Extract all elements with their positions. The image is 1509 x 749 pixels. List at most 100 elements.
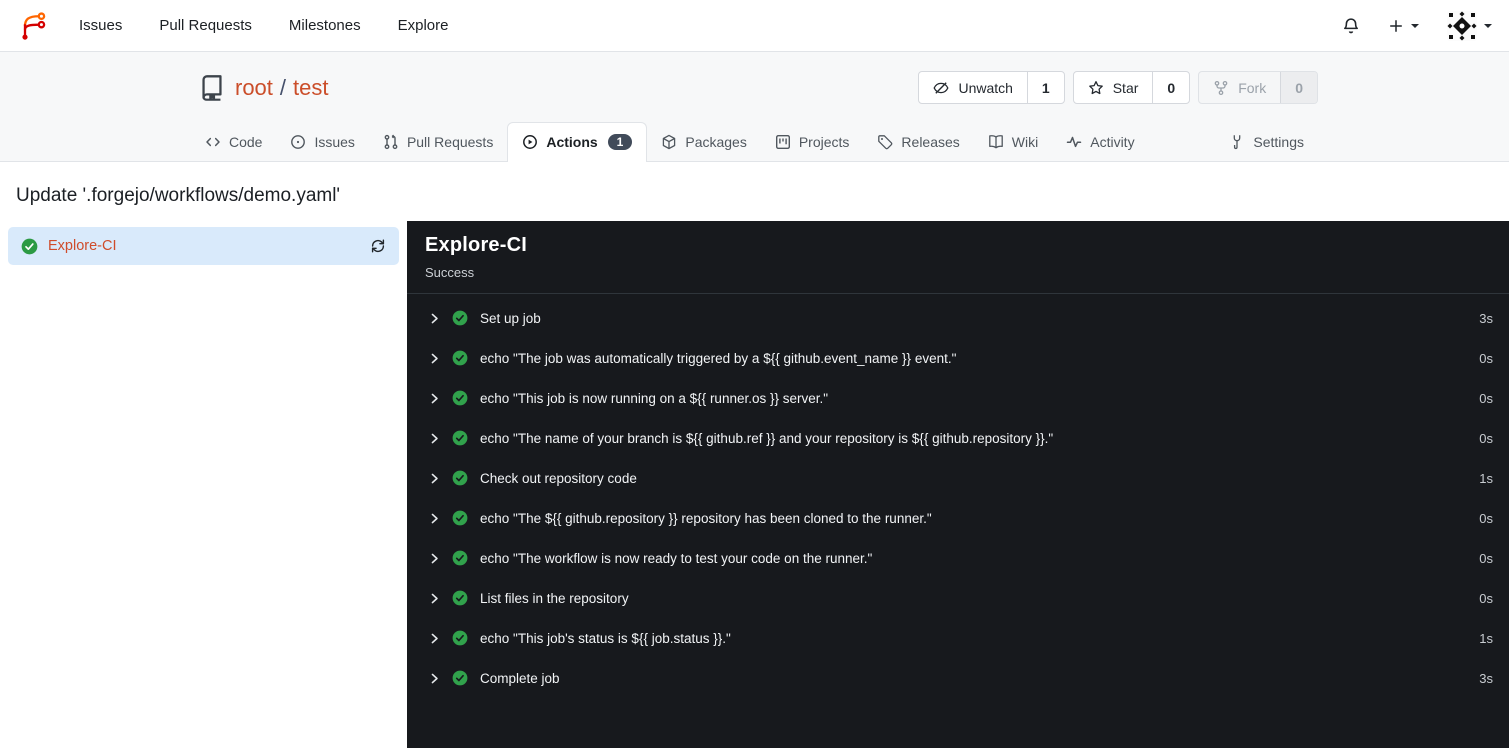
workflow-step-row[interactable]: echo "The workflow is now ready to test … (407, 538, 1509, 578)
tab-label: Activity (1090, 134, 1135, 150)
workflow-step-row[interactable]: echo "The ${{ github.repository }} repos… (407, 498, 1509, 538)
jobs-sidebar: Explore-CI (0, 221, 407, 748)
tab-code[interactable]: Code (191, 123, 276, 161)
job-panel-title: Explore-CI (425, 234, 528, 256)
step-name: Set up job (480, 310, 541, 326)
tab-settings[interactable]: Settings (1215, 123, 1318, 161)
watchers-count[interactable]: 1 (1026, 72, 1064, 103)
stars-count[interactable]: 0 (1152, 72, 1189, 103)
chevron-right-icon[interactable] (428, 352, 441, 365)
tab-issues[interactable]: Issues (276, 123, 368, 161)
workflow-step-row[interactable]: Check out repository code 1s (407, 458, 1509, 498)
unwatch-label: Unwatch (958, 79, 1013, 96)
step-success-icon (452, 550, 468, 566)
chevron-right-icon[interactable] (428, 392, 441, 405)
create-new-button[interactable] (1388, 18, 1419, 34)
notifications-bell-icon[interactable] (1342, 17, 1360, 35)
chevron-right-icon[interactable] (428, 512, 441, 525)
repo-header: root / test Unwatch 1 Star 0 Fork 0 Code… (0, 52, 1509, 162)
tool-icon (1234, 135, 1241, 150)
pulse-icon (1066, 136, 1082, 148)
tab-actions[interactable]: Actions 1 (507, 122, 648, 162)
tab-wiki[interactable]: Wiki (974, 123, 1052, 161)
breadcrumb-separator: / (279, 74, 287, 100)
workflow-step-row[interactable]: echo "The job was automatically triggere… (407, 338, 1509, 378)
job-panel-header: Explore-CI Success (407, 221, 1509, 294)
workflow-steps-list: Set up job 3s echo "The job was automati… (407, 294, 1509, 698)
tab-packages[interactable]: Packages (647, 123, 760, 161)
top-navbar: Issues Pull Requests Milestones Explore (0, 0, 1509, 52)
nav-link-milestones[interactable]: Milestones (289, 17, 361, 34)
tab-activity[interactable]: Activity (1052, 123, 1148, 161)
step-duration: 0s (1479, 590, 1493, 606)
nav-link-pull-requests[interactable]: Pull Requests (159, 17, 252, 34)
job-log-panel: Explore-CI Success Set up job 3s echo "T… (407, 221, 1509, 748)
workflow-step-row[interactable]: List files in the repository 0s (407, 578, 1509, 618)
repo-owner-link[interactable]: root (235, 75, 273, 101)
chevron-right-icon[interactable] (428, 472, 441, 485)
book-icon (988, 135, 1003, 149)
tab-label: Wiki (1011, 134, 1039, 150)
tab-projects[interactable]: Projects (761, 123, 864, 161)
refresh-icon[interactable] (370, 238, 386, 254)
nav-link-issues[interactable]: Issues (79, 17, 122, 34)
job-item-explore-ci[interactable]: Explore-CI (8, 227, 399, 265)
step-success-icon (452, 390, 468, 406)
tab-label: Issues (314, 134, 355, 150)
repository-icon (202, 74, 222, 101)
tab-releases[interactable]: Releases (863, 123, 973, 161)
workflow-step-row[interactable]: Set up job 3s (407, 298, 1509, 338)
watch-button-group: Unwatch 1 (918, 71, 1065, 104)
project-board-icon (775, 135, 790, 150)
workflow-step-row[interactable]: echo "This job is now running on a ${{ r… (407, 378, 1509, 418)
unwatch-button[interactable]: Unwatch (919, 72, 1026, 103)
tab-label: Code (229, 134, 263, 150)
chevron-down-icon (1484, 23, 1492, 32)
chevron-down-icon (1411, 23, 1419, 32)
step-name: Check out repository code (480, 470, 637, 486)
tab-pull-requests[interactable]: Pull Requests (369, 123, 507, 161)
user-avatar (1447, 10, 1477, 41)
workflow-step-row[interactable]: echo "This job's status is ${{ job.statu… (407, 618, 1509, 658)
step-name: List files in the repository (480, 590, 629, 606)
user-menu[interactable] (1447, 10, 1492, 41)
step-duration: 1s (1479, 470, 1493, 486)
git-pull-request-icon (384, 134, 398, 150)
step-name: echo "The name of your branch is ${{ git… (480, 430, 1054, 446)
step-success-icon (452, 310, 468, 326)
step-name: echo "The ${{ github.repository }} repos… (480, 510, 932, 526)
workflow-run-title: Update '.forgejo/workflows/demo.yaml' (16, 185, 341, 206)
package-icon (663, 134, 676, 150)
step-success-icon (452, 470, 468, 486)
chevron-right-icon[interactable] (428, 312, 441, 325)
fork-button[interactable]: Fork (1199, 72, 1280, 103)
chevron-right-icon[interactable] (428, 552, 441, 565)
fork-label: Fork (1238, 79, 1267, 96)
forgejo-logo-icon[interactable] (17, 10, 49, 42)
step-name: echo "This job is now running on a ${{ r… (480, 390, 829, 406)
chevron-right-icon[interactable] (428, 592, 441, 605)
step-duration: 0s (1479, 510, 1493, 526)
primary-nav: Issues Pull Requests Milestones Explore (79, 17, 448, 34)
star-button[interactable]: Star (1074, 72, 1153, 103)
repo-name-link[interactable]: test (293, 75, 328, 101)
job-status-text: Success (425, 265, 475, 280)
chevron-right-icon[interactable] (428, 432, 441, 445)
topnav-right (1342, 10, 1492, 41)
step-success-icon (452, 430, 468, 446)
workflow-step-row[interactable]: echo "The name of your branch is ${{ git… (407, 418, 1509, 458)
nav-link-explore[interactable]: Explore (398, 17, 449, 34)
forks-count[interactable]: 0 (1280, 72, 1317, 103)
repo-action-buttons: Unwatch 1 Star 0 Fork 0 (918, 71, 1318, 104)
step-success-icon (452, 350, 468, 366)
chevron-right-icon[interactable] (428, 632, 441, 645)
code-icon (206, 137, 220, 147)
step-success-icon (452, 590, 468, 606)
chevron-right-icon[interactable] (428, 672, 441, 685)
tab-label: Actions (546, 134, 598, 150)
issue-circle-icon (291, 135, 306, 149)
fork-button-group: Fork 0 (1198, 71, 1318, 104)
star-label: Star (1112, 79, 1139, 96)
step-duration: 0s (1479, 430, 1493, 446)
workflow-step-row[interactable]: Complete job 3s (407, 658, 1509, 698)
